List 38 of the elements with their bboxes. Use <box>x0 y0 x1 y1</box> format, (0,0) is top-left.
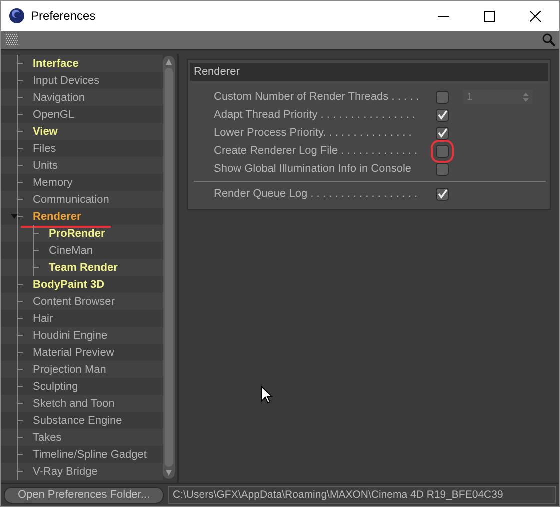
app-logo-icon <box>9 8 25 24</box>
maximize-icon[interactable] <box>484 10 495 22</box>
setting-label: Render Queue Log . . . . . . . . . . . . . . . . . . <box>214 188 419 200</box>
search-icon[interactable] <box>542 33 556 47</box>
tree-item[interactable]: Substance Engine <box>33 414 122 426</box>
scroll-down-icon[interactable] <box>165 469 173 477</box>
mouse-pointer-icon <box>261 386 273 404</box>
panel-title: Renderer <box>194 66 240 78</box>
checkbox[interactable] <box>436 162 449 176</box>
setting-label: Custom Number of Render Threads . . . . . <box>214 91 420 103</box>
tree-item[interactable]: Timeline/Spline Gadget <box>33 448 147 460</box>
setting-label: Adapt Thread Priority . . . . . . . . . . . . . . . . <box>214 109 417 121</box>
tree-item[interactable]: View <box>33 126 58 138</box>
window-title: Preferences <box>31 9 97 23</box>
expand-arrow-icon[interactable] <box>11 214 18 219</box>
tree-item[interactable]: Takes <box>33 432 62 444</box>
open-folder-button[interactable]: Open Preferences Folder... <box>4 486 164 504</box>
checkbox[interactable] <box>436 126 449 140</box>
scroll-up-icon[interactable] <box>165 58 173 66</box>
scrollbar[interactable] <box>163 56 175 479</box>
tree-item[interactable]: Renderer <box>33 210 82 222</box>
setting-label: Show Global Illumination Info in Console <box>214 163 413 175</box>
checkbox[interactable] <box>436 188 449 200</box>
tree-item[interactable]: Material Preview <box>33 346 114 358</box>
setting-label: Create Renderer Log File . . . . . . . . . . . . . <box>214 145 419 157</box>
tree-item[interactable]: Units <box>33 160 58 172</box>
close-icon[interactable] <box>530 10 541 22</box>
setting-label: Lower Process Priority. . . . . . . . . . . . . . . <box>214 127 413 139</box>
tree-item[interactable]: Hair <box>33 312 54 324</box>
checkbox[interactable] <box>436 108 449 122</box>
tree-item[interactable]: Input Devices <box>33 74 100 86</box>
tree-item[interactable]: Sculpting <box>33 380 78 392</box>
tree-item[interactable]: CineMan <box>49 244 94 256</box>
tree-item[interactable]: Memory <box>33 176 73 188</box>
path-field: C:\Users\GFX\AppData\Roaming\MAXON\Cinema 4D R19_BFE04C39 <box>168 486 556 504</box>
tree-item[interactable]: BodyPaint 3D <box>33 278 105 290</box>
tree-item[interactable]: OpenGL <box>33 108 75 120</box>
tree-item[interactable]: Files <box>33 142 56 154</box>
